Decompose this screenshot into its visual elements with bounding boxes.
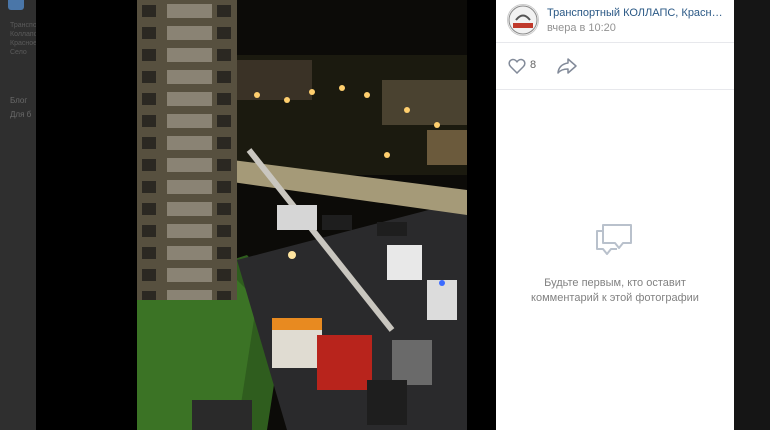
avatar[interactable] [507, 4, 539, 36]
empty-comments-line: комментарий к этой фотографии [531, 292, 699, 304]
community-logo-icon [508, 5, 538, 35]
post-header: Транспортный КОЛЛАПС, Красное ... вчера … [496, 0, 734, 43]
post-actions: 8 [496, 43, 734, 90]
share-button[interactable] [556, 57, 578, 75]
photo-area[interactable] [36, 0, 496, 430]
empty-comments-line: Будьте первым, кто оставит [544, 277, 686, 289]
background-text: Село [10, 49, 27, 56]
heart-icon [508, 58, 526, 74]
post-author-link[interactable]: Транспортный КОЛЛАПС, Красное ... [547, 7, 727, 19]
photo-side-panel: Транспортный КОЛЛАПС, Красное ... вчера … [496, 0, 734, 430]
photo[interactable] [137, 0, 467, 430]
empty-comments-message: Будьте первым, кто оставит комментарий к… [516, 276, 714, 306]
like-count: 8 [530, 59, 537, 71]
night-street-photo [137, 0, 467, 430]
background-text: Коллапс [10, 31, 38, 38]
share-arrow-icon [557, 58, 577, 74]
background-link: Для б [10, 110, 32, 119]
comment-bubbles-icon [596, 224, 632, 255]
post-date[interactable]: вчера в 10:20 [547, 22, 616, 34]
background-text: Красное [10, 40, 38, 47]
like-button[interactable]: 8 [508, 58, 548, 76]
background-link: Блог [10, 96, 28, 105]
vk-logo [8, 0, 24, 10]
